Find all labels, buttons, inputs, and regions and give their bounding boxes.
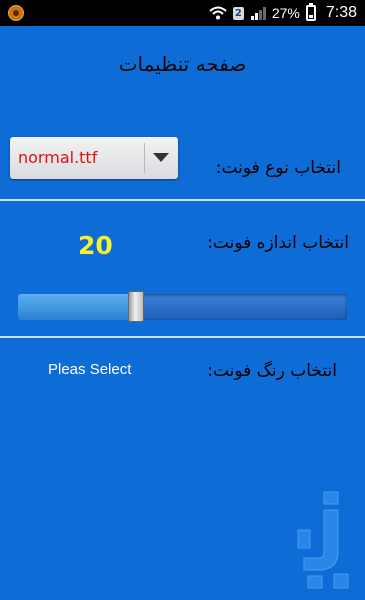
status-icons: 2 27% 7:38 xyxy=(209,0,357,26)
battery-icon xyxy=(305,3,316,21)
app-notification-icon xyxy=(8,5,24,21)
font-type-selected-value: normal.ttf xyxy=(18,148,98,167)
battery-percent: 27% xyxy=(271,5,300,21)
font-type-dropdown[interactable]: normal.ttf xyxy=(10,137,178,179)
chevron-down-icon xyxy=(153,153,169,162)
section-divider xyxy=(0,199,365,201)
font-color-select[interactable]: Pleas Select xyxy=(48,361,131,378)
font-size-slider[interactable] xyxy=(18,291,347,322)
wifi-icon xyxy=(209,6,227,20)
status-bar: 2 27% 7:38 xyxy=(0,0,365,26)
clock: 7:38 xyxy=(325,4,357,21)
dropdown-divider xyxy=(144,143,145,173)
font-size-value: 20 xyxy=(78,231,113,260)
signal-icon xyxy=(250,7,266,20)
sim-badge: 2 xyxy=(232,6,244,20)
font-size-label: انتخاب اندازه فونت: xyxy=(207,233,349,253)
slider-thumb[interactable] xyxy=(128,291,144,322)
page-title: صفحه تنظیمات xyxy=(118,52,247,76)
section-divider xyxy=(0,336,365,338)
font-color-label: انتخاب رنگ فونت: xyxy=(207,361,337,381)
slider-fill xyxy=(18,294,136,320)
app-logo-watermark xyxy=(297,491,349,589)
font-type-label: انتخاب نوع فونت: xyxy=(215,158,341,178)
